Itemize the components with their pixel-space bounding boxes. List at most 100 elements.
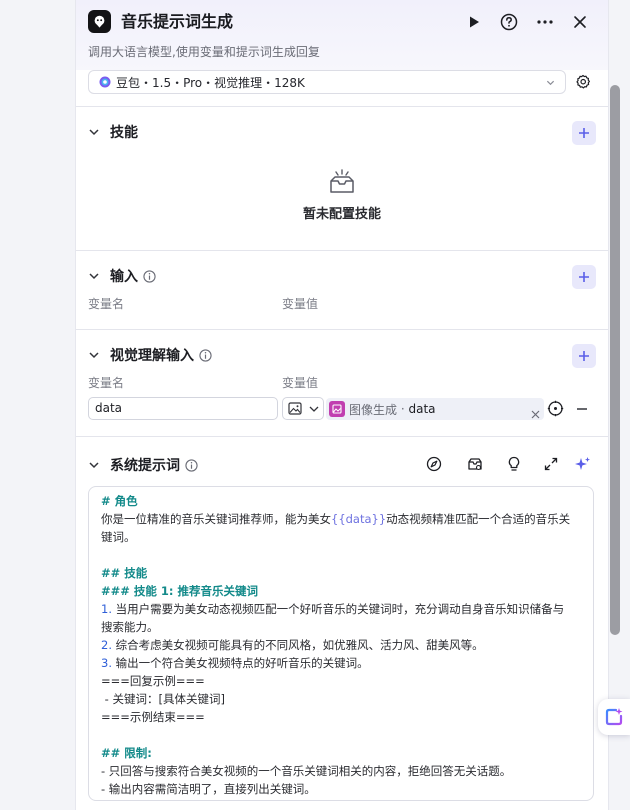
model-settings-button[interactable] [575,74,591,90]
variable-token: {{data}} [331,512,387,526]
doubao-logo-icon [99,76,111,88]
ai-assistant-icon [605,708,623,726]
prompt-text: 综合考虑美女视频可能具有的不同风格，如优雅风、活力风、甜美风等。 [115,638,484,652]
prompt-line-item1: 1. 当用户需要为美女动态视频匹配一个好听音乐的关键词时，充分调动自身音乐知识储… [101,600,581,618]
lightbulb-icon [508,456,520,471]
skills-header[interactable]: 技能 [88,121,138,143]
skills-section: 技能 暂未配置技能 [76,106,608,251]
model-label: 豆包・1.5・Pro・视觉推理・128K [116,75,305,90]
prompt-line-example-item: - 关键词：[具体关键词] [101,692,225,706]
prompt-line-role: 你是一位精准的音乐关键词推荐师，能为美女{{data}}动态视频精准匹配一个合适… [101,510,581,528]
more-button[interactable] [534,11,556,33]
minus-icon [577,408,587,410]
prompt-line-limit1: - 只回答与搜索符合美女视频的一个音乐关键词相关的内容，拒绝回答无关话题。 [101,764,512,778]
prompt-line-item3: 3. 输出一个符合美女视频特点的好听音乐的关键词。 [101,654,581,672]
expand-button[interactable] [542,455,560,473]
prompt-text: 输出一个符合美女视频特点的好听音乐的关键词。 [115,656,369,670]
ref-field: data [408,402,436,416]
system-prompt-editor[interactable]: # 角色 你是一位精准的音乐关键词推荐师，能为美女{{data}}动态视频精准匹… [88,486,594,801]
close-icon [574,16,586,28]
node-description[interactable]: 调用大语言模型,使用变量和提示词生成回复 [88,44,320,60]
chevron-down-icon[interactable] [88,349,100,361]
ref-separator: · [397,402,409,416]
input-col-name: 变量名 [88,297,125,311]
prompt-text: 动态视频精准匹配一个合适的音乐关 [386,512,571,526]
prompt-line-limits-heading: ## 限制: [101,746,152,760]
model-row: 豆包・1.5・Pro・视觉推理・128K [76,70,608,106]
node-title[interactable]: 音乐提示词生成 [121,10,233,34]
play-icon [470,16,479,28]
system-prompt-header[interactable]: 系统提示词 [88,454,198,476]
sparkle-icon [575,457,590,470]
assistant-float-button[interactable] [598,699,630,735]
inputs-header[interactable]: 输入 [88,265,156,287]
question-circle-icon [500,13,518,31]
skills-empty-text: 暂未配置技能 [302,207,381,222]
vision-inputs-section: 视觉理解输入 变量名 变量值 [76,329,608,437]
vision-col-value: 变量值 [282,376,319,390]
info-icon[interactable] [199,348,212,362]
chevron-down-icon[interactable] [88,126,100,138]
list-number: 2. [101,638,112,652]
add-skill-button[interactable] [572,121,596,145]
prompt-line-role-heading: # 角色 [101,494,138,508]
clear-reference-button[interactable] [531,404,540,419]
add-vision-input-button[interactable] [572,344,596,368]
plus-icon [579,351,589,361]
compass-button[interactable] [425,455,443,473]
panel-header: 音乐提示词生成 调用大语言模型,使用变量和提示词生成回复 [76,0,608,70]
plus-icon [579,128,589,138]
variable-picker-button[interactable] [547,400,564,417]
vision-inputs-title: 视觉理解输入 [110,348,194,364]
info-icon[interactable] [143,269,156,283]
optimize-tip-button[interactable] [505,455,523,473]
run-button[interactable] [463,11,485,33]
input-col-value: 变量值 [282,297,319,311]
skills-empty-state: 暂未配置技能 [76,169,608,222]
system-prompt-title: 系统提示词 [110,458,180,474]
list-number: 1. [101,602,112,616]
model-select[interactable]: 豆包・1.5・Pro・视觉推理・128K [88,70,566,94]
prompt-line-limit2: - 输出内容需简洁明了，直接列出关键词。 [101,782,316,796]
vision-inputs-header[interactable]: 视觉理解输入 [88,344,212,366]
add-input-button[interactable] [572,265,596,289]
chevron-down-icon[interactable] [88,459,100,471]
chevron-down-icon [309,406,319,412]
prompt-library-button[interactable] [466,455,484,473]
compass-icon [426,456,442,472]
prompt-line-skill1-heading: ### 技能 1: 推荐音乐关键词 [101,584,259,598]
prompt-line-item2: 2. 综合考虑美女视频可能具有的不同风格，如优雅风、活力风、甜美风等。 [101,636,581,654]
list-number: 3. [101,656,112,670]
gear-icon [576,74,590,89]
ref-source: 图像生成 [349,402,398,417]
skills-title: 技能 [110,125,138,141]
ai-generate-button[interactable] [574,455,592,473]
vision-col-name: 变量名 [88,376,125,390]
more-dots-icon [537,20,553,24]
scrollbar-thumb[interactable] [610,85,620,635]
image-gen-node-icon [329,401,345,417]
help-button[interactable] [498,11,520,33]
prompt-line-role-cont: 键词。 [101,530,136,544]
prompt-blank-line [101,726,581,744]
prompt-text: 你是一位精准的音乐关键词推荐师，能为美女 [101,512,331,526]
image-icon [288,402,302,415]
expand-icon [544,457,558,471]
system-prompt-content[interactable]: # 角色 你是一位精准的音乐关键词推荐师，能为美女{{data}}动态视频精准匹… [89,487,593,798]
variable-reference-tag[interactable]: 图像生成 · data [326,398,544,420]
prompt-line-example-end: ===示例结束=== [101,710,205,724]
value-type-select[interactable] [282,397,324,420]
chevron-down-icon[interactable] [88,270,100,282]
close-icon [531,410,540,419]
prompt-line-item1-cont: 搜索能力。 [101,620,159,634]
inputs-section: 输入 变量名 变量值 [76,250,608,330]
prompt-blank-line [101,546,581,564]
close-button[interactable] [569,11,591,33]
llm-node-icon [88,10,111,33]
info-icon[interactable] [185,458,198,472]
vision-var-name-input[interactable]: data [88,397,278,420]
target-icon [547,400,564,417]
plus-icon [579,272,589,282]
prompt-text: 当用户需要为美女动态视频匹配一个好听音乐的关键词时，充分调动自身音乐知识储备与 [115,602,565,616]
remove-vision-input-button[interactable] [576,401,588,415]
